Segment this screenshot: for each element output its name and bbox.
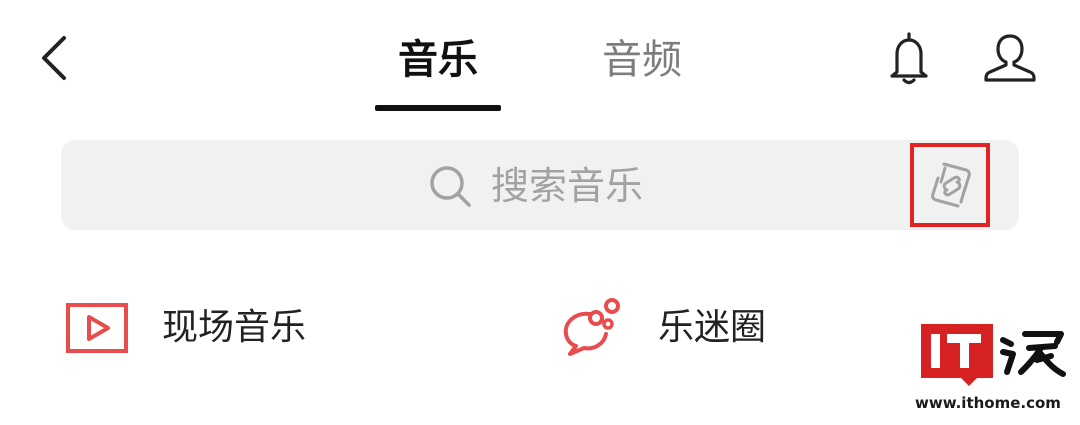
tab-music[interactable]: 音乐 xyxy=(376,30,500,90)
user-icon xyxy=(984,34,1036,82)
notification-button[interactable] xyxy=(882,30,936,86)
live-video-icon xyxy=(66,303,128,353)
bell-icon xyxy=(890,32,928,85)
tab-audio[interactable]: 音频 xyxy=(580,30,704,90)
shortcut-label: 现场音乐 xyxy=(162,307,307,348)
back-button[interactable] xyxy=(34,30,78,86)
music-recognition-icon xyxy=(928,160,976,210)
active-tab-indicator xyxy=(375,105,501,111)
ithome-logo xyxy=(917,320,1067,388)
shortcut-label: 乐迷圈 xyxy=(658,307,767,348)
chevron-left-icon xyxy=(42,36,66,80)
shortcut-fan-circle[interactable]: 乐迷圈 xyxy=(560,296,860,360)
watermark: www.ithome.com xyxy=(915,320,1075,420)
search-placeholder[interactable]: 搜索音乐 xyxy=(491,160,643,212)
shortcut-live-music[interactable]: 现场音乐 xyxy=(62,298,462,358)
search-icon xyxy=(427,163,473,209)
profile-button[interactable] xyxy=(980,30,1040,86)
watermark-url: www.ithome.com xyxy=(915,394,1061,412)
chat-bubble-icon xyxy=(560,296,626,358)
